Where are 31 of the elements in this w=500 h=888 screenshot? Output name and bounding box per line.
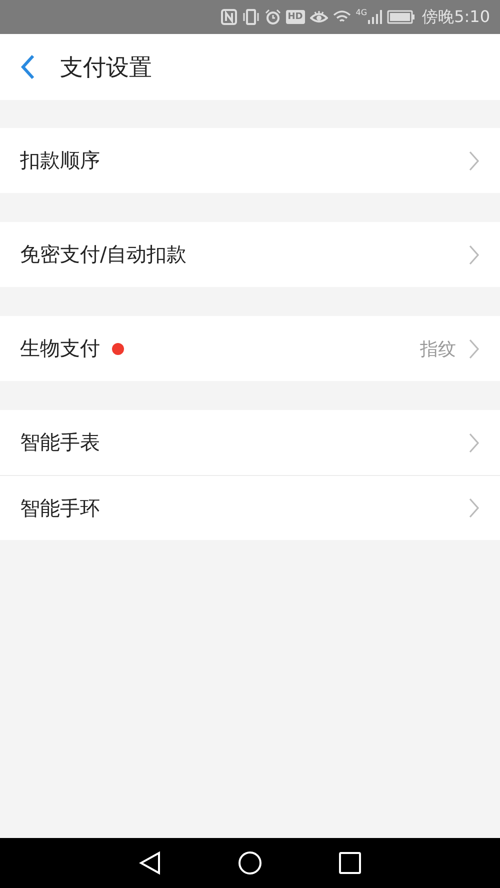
- network-label: 4G: [356, 8, 368, 17]
- settings-row[interactable]: 免密支付/自动扣款: [0, 222, 500, 287]
- settings-row[interactable]: 生物支付 指纹: [0, 316, 500, 381]
- wifi-icon: [332, 10, 351, 24]
- row-value: 指纹: [420, 338, 456, 360]
- row-label: 免密支付/自动扣款: [20, 241, 187, 268]
- vibrate-icon: [242, 9, 260, 25]
- nfc-icon: [220, 9, 237, 25]
- clock-time: 傍晚5:10: [422, 6, 490, 28]
- chevron-icon: [468, 432, 480, 454]
- page-title: 支付设置: [60, 54, 152, 82]
- back-icon[interactable]: [138, 851, 161, 875]
- row-label: 生物支付: [20, 335, 100, 362]
- alarm-icon: [264, 9, 281, 25]
- home-icon[interactable]: [238, 851, 262, 875]
- chevron-icon: [468, 338, 480, 360]
- back-icon: [20, 54, 36, 80]
- row-label: 智能手环: [20, 494, 100, 522]
- settings-row[interactable]: 智能手表: [0, 410, 500, 475]
- eye-icon: [310, 10, 328, 24]
- row-label: 智能手表: [20, 429, 100, 456]
- recents-icon[interactable]: [339, 852, 362, 874]
- row-label: 扣款顺序: [20, 147, 100, 174]
- settings-row[interactable]: 智能手环: [0, 475, 500, 540]
- signal-icon: [368, 10, 382, 24]
- chevron-icon: [468, 244, 480, 266]
- settings-row[interactable]: 扣款顺序: [0, 128, 500, 193]
- chevron-icon: [468, 150, 480, 172]
- chevron-icon: [468, 497, 480, 519]
- battery-icon: [387, 10, 416, 24]
- hd-badge: HD: [286, 10, 305, 24]
